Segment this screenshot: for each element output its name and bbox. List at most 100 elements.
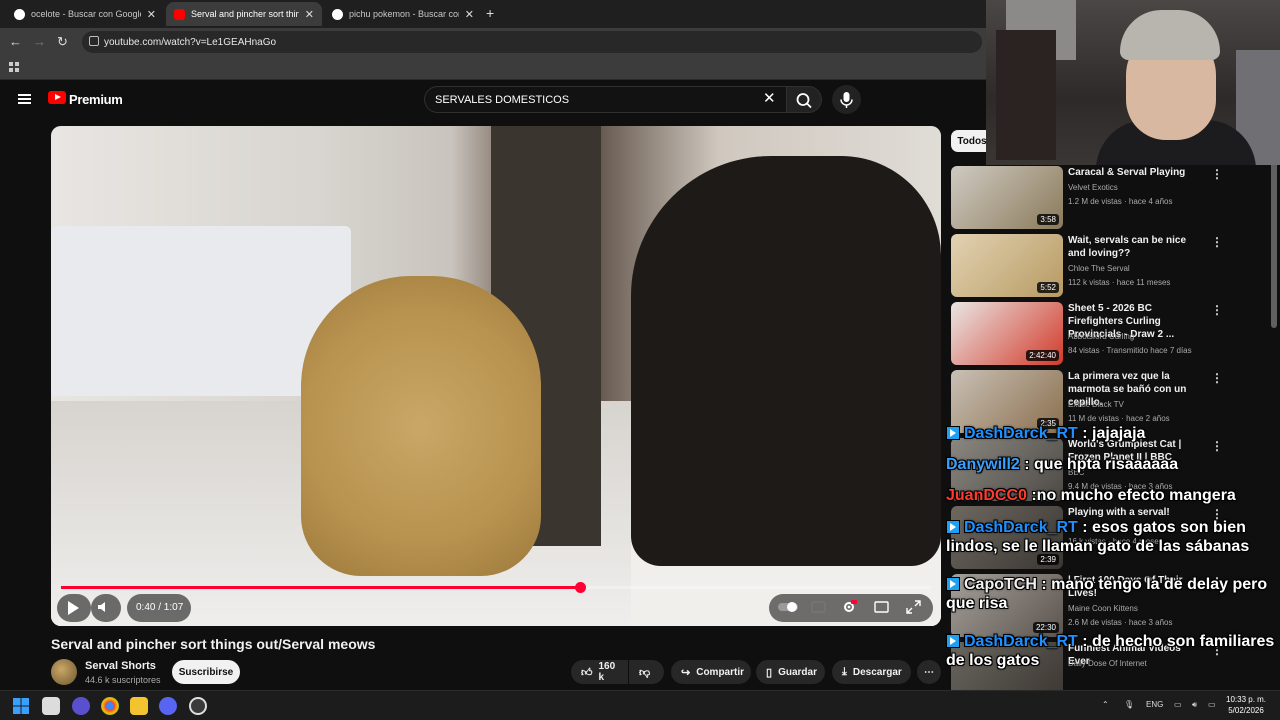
battery-icon[interactable]: ▭	[1208, 700, 1216, 709]
more-vertical-icon[interactable]: ⋮	[1211, 371, 1223, 385]
download-icon: ⤓	[842, 665, 847, 678]
save-button[interactable]: ▯ Guardar	[756, 660, 825, 684]
related-video-title[interactable]: Caracal & Serval Playing	[1068, 166, 1198, 179]
more-horizontal-icon: ⋯	[924, 666, 934, 678]
related-video-channel[interactable]: Abbotsford Curling	[1068, 332, 1134, 341]
url-text: youtube.com/watch?v=Le1GEAHnaGo	[104, 36, 277, 48]
autoplay-toggle-icon[interactable]	[777, 600, 799, 614]
channel-avatar[interactable]	[51, 659, 77, 685]
related-video-meta: 84 vistas · Transmitido hace 7 días	[1068, 346, 1192, 355]
time-text: 0:40 / 1:07	[136, 602, 184, 613]
search-input[interactable]: SERVALES DOMESTICOS	[424, 86, 786, 113]
site-info-icon[interactable]	[89, 36, 99, 46]
clock-time: 10:33 p. m.	[1226, 695, 1267, 704]
forward-icon[interactable]: →	[33, 34, 46, 49]
reload-icon[interactable]: ↻	[57, 34, 68, 50]
chat-username: JuanDCC0	[946, 487, 1027, 504]
related-video-channel[interactable]: Chloe The Serval	[1068, 264, 1130, 273]
chat-username: DashDarck_RT	[964, 633, 1078, 650]
share-button[interactable]: ↪ Compartir	[671, 660, 751, 684]
download-label: Descargar	[852, 666, 902, 678]
close-icon[interactable]: ✕	[147, 8, 156, 21]
chevron-up-icon[interactable]: ⌃	[1102, 700, 1109, 709]
windows-start-icon[interactable]	[12, 697, 30, 715]
dislike-button[interactable]: 👎︎	[629, 660, 664, 684]
search-button[interactable]	[786, 86, 822, 113]
more-vertical-icon[interactable]: ⋮	[1211, 303, 1223, 317]
video-duration: 5:52	[1037, 282, 1059, 293]
chrome-icon[interactable]	[101, 697, 119, 715]
microphone-icon[interactable]: 🎙︎	[1124, 700, 1134, 709]
more-vertical-icon[interactable]: ⋮	[1211, 167, 1223, 181]
progress-bar[interactable]	[61, 582, 931, 593]
subtitles-icon[interactable]	[811, 600, 826, 614]
video-frame-serval	[301, 276, 541, 576]
fullscreen-icon[interactable]	[906, 600, 921, 614]
google-icon	[332, 8, 343, 20]
sidebar-scrollbar[interactable]	[1271, 160, 1277, 328]
settings-gear-icon[interactable]	[842, 600, 857, 614]
voice-search-button[interactable]	[832, 85, 861, 114]
video-duration: 3:58	[1037, 214, 1059, 225]
back-icon[interactable]: ←	[9, 34, 22, 49]
tab-label: pichu pokemon - Buscar con Google	[349, 9, 459, 19]
video-player[interactable]: 0:40 / 1:07	[51, 126, 941, 626]
related-video-thumbnail[interactable]: 3:58	[951, 166, 1063, 229]
related-video-channel[interactable]: Exotic Black TV	[1068, 400, 1124, 409]
discord-icon[interactable]	[159, 697, 177, 715]
chat-badge-icon	[946, 577, 960, 591]
theater-mode-icon[interactable]	[874, 600, 889, 614]
tab-serval-video[interactable]: Serval and pincher sort things out/Serva…	[166, 2, 322, 26]
download-button[interactable]: ⤓ Descargar	[832, 660, 911, 684]
tab-label: Serval and pincher sort things out/Serva…	[191, 9, 299, 19]
chat-message: DashDarck_RT : jajajaja	[946, 424, 1280, 443]
related-video-title[interactable]: Wait, servals can be nice and loving??	[1068, 234, 1198, 260]
more-vertical-icon[interactable]: ⋮	[1211, 235, 1223, 249]
new-tab-button[interactable]: +	[486, 5, 494, 21]
share-icon: ↪	[681, 666, 691, 679]
chat-badge-icon	[946, 426, 960, 440]
url-bar[interactable]: youtube.com/watch?v=Le1GEAHnaGo	[82, 31, 982, 53]
channel-name[interactable]: Serval Shorts	[85, 660, 156, 672]
file-explorer-icon[interactable]	[130, 697, 148, 715]
search-value: SERVALES DOMESTICOS	[435, 93, 570, 106]
more-actions-button[interactable]: ⋯	[917, 660, 941, 684]
video-title: Serval and pincher sort things out/Serva…	[51, 636, 376, 652]
related-video-thumbnail[interactable]: 5:52	[951, 234, 1063, 297]
chat-message: JuanDCC0 :no mucho efecto mangera	[946, 486, 1280, 505]
subscribe-button[interactable]: Suscribirse	[172, 660, 240, 684]
task-view-icon[interactable]	[42, 697, 60, 715]
subscriber-count: 44.6 k suscriptores	[85, 675, 161, 685]
thumbs-down-icon: 👎︎	[639, 666, 651, 679]
chat-text: : jajajaja	[1077, 425, 1146, 442]
save-label: Guardar	[778, 666, 817, 678]
clock[interactable]: 10:33 p. m. 5/02/2026	[1226, 694, 1266, 716]
network-icon[interactable]: ▭	[1174, 700, 1182, 709]
youtube-brand[interactable]: Premium	[69, 92, 123, 107]
streamer-webcam	[986, 0, 1280, 165]
apps-grid-icon[interactable]	[9, 62, 19, 72]
chat-message: Danywill2 : que hpta risaaaaaa	[946, 455, 1280, 474]
tab-pichu[interactable]: pichu pokemon - Buscar con Google ✕	[324, 2, 482, 26]
related-video-meta: 112 k vistas · hace 11 meses	[1068, 278, 1171, 287]
close-icon[interactable]: ✕	[305, 8, 314, 21]
app-icon[interactable]	[72, 697, 90, 715]
related-video-thumbnail[interactable]: 2:42:40	[951, 302, 1063, 365]
close-icon[interactable]: ✕	[465, 8, 474, 21]
chat-badge-icon	[946, 520, 960, 534]
search-icon	[796, 93, 812, 109]
app-icon[interactable]	[189, 697, 207, 715]
chat-badge-icon	[946, 634, 960, 648]
menu-icon[interactable]	[18, 94, 31, 104]
volume-icon[interactable]: 🔊︎	[1192, 700, 1197, 710]
related-video-channel[interactable]: Velvet Exotics	[1068, 183, 1118, 192]
like-button[interactable]: 👍︎ 160 k	[571, 660, 628, 684]
chat-message: CapoTCH : mano tengo la de delay pero qu…	[946, 575, 1280, 613]
youtube-logo-icon[interactable]	[48, 91, 66, 104]
language-indicator[interactable]: ENG	[1146, 700, 1163, 709]
clear-search-icon[interactable]: ✕	[763, 91, 776, 107]
tab-ocelote[interactable]: ocelote - Buscar con Google ✕	[6, 2, 164, 26]
share-label: Compartir	[696, 666, 745, 678]
tab-label: ocelote - Buscar con Google	[31, 9, 141, 19]
webcam-cap	[1120, 10, 1220, 60]
